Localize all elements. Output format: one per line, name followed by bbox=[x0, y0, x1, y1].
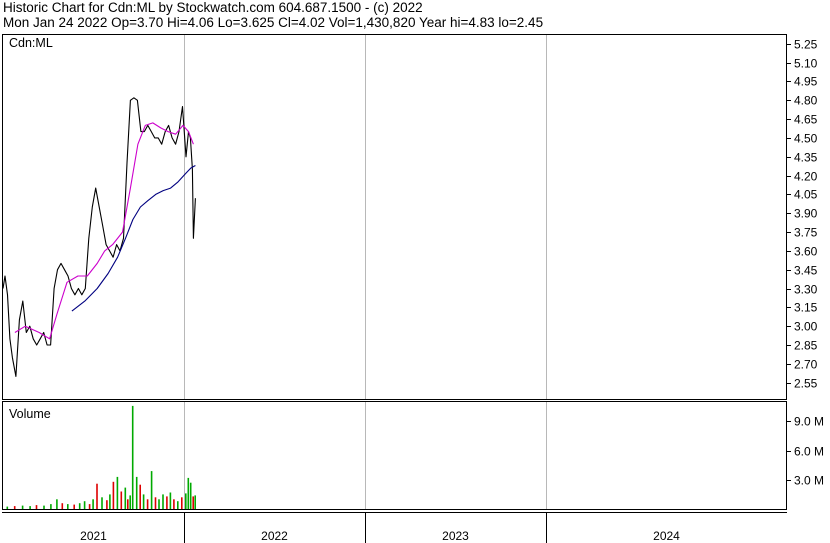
volume-bar bbox=[112, 481, 115, 509]
year-label: 2023 bbox=[442, 529, 469, 543]
volume-bar bbox=[129, 495, 131, 509]
volume-bar bbox=[50, 504, 52, 509]
volume-bar bbox=[35, 505, 38, 509]
year-label: 2024 bbox=[653, 529, 680, 543]
price-tick-label: 3.45 bbox=[794, 264, 818, 278]
price-tick-label: 2.70 bbox=[794, 358, 818, 372]
volume-bar bbox=[88, 504, 91, 509]
price-tick-label: 4.50 bbox=[794, 132, 818, 146]
price-tick-label: 3.30 bbox=[794, 283, 818, 297]
volume-bar bbox=[120, 491, 123, 509]
price-tick-label: 2.55 bbox=[794, 377, 818, 391]
series-line-ma_long bbox=[71, 165, 196, 312]
price-tick-label: 2.85 bbox=[794, 339, 818, 353]
volume-bar bbox=[194, 495, 196, 509]
volume-bar bbox=[116, 476, 119, 509]
volume-bar bbox=[21, 505, 24, 509]
price-tick-label: 4.05 bbox=[794, 188, 818, 202]
volume-bar bbox=[173, 499, 175, 509]
price-tick-label: 4.95 bbox=[794, 75, 818, 89]
volume-bar bbox=[166, 496, 168, 509]
price-tick-label: 4.20 bbox=[794, 170, 818, 184]
volume-bar bbox=[146, 499, 149, 509]
volume-bar bbox=[139, 484, 141, 509]
volume-bar bbox=[67, 504, 69, 509]
volume-bar bbox=[124, 487, 127, 509]
price-tick-label: 4.35 bbox=[794, 151, 818, 165]
volume-bar bbox=[131, 405, 134, 509]
volume-bar bbox=[187, 477, 190, 509]
stock-chart: Cdn:ML Volume 5.25 5.10 4.95 4.80 4.65 4.50 4.… bbox=[2, 34, 824, 543]
volume-bar bbox=[142, 494, 145, 509]
volume-bar bbox=[162, 494, 164, 509]
volume-bar bbox=[43, 505, 45, 509]
volume-bar bbox=[61, 503, 64, 509]
volume-bar bbox=[135, 476, 138, 509]
volume-bar bbox=[169, 492, 172, 509]
volume-bar bbox=[13, 506, 16, 509]
volume-bar bbox=[150, 471, 153, 509]
volume-bar bbox=[109, 494, 111, 509]
volume-tick-label: 6.0 M bbox=[794, 445, 824, 459]
price-tick-label: 3.00 bbox=[794, 320, 818, 334]
volume-bar bbox=[56, 499, 58, 509]
price-tick-label: 5.25 bbox=[794, 38, 818, 52]
volume-bar bbox=[83, 501, 86, 509]
series-line-price bbox=[2, 97, 196, 377]
price-tick-label: 3.90 bbox=[794, 207, 818, 221]
volume-bar bbox=[73, 504, 75, 509]
volume-panel-title: Volume bbox=[9, 407, 51, 421]
price-panel-title: Cdn:ML bbox=[9, 36, 53, 50]
volume-bar bbox=[101, 497, 103, 509]
volume-bar bbox=[177, 501, 179, 509]
volume-tick-label: 3.0 M bbox=[794, 474, 824, 488]
volume-bar bbox=[158, 499, 160, 509]
price-panel-frame bbox=[2, 34, 787, 400]
volume-bar bbox=[189, 482, 192, 509]
price-tick-label: 4.80 bbox=[794, 94, 818, 108]
volume-bar bbox=[92, 499, 94, 509]
volume-bar bbox=[192, 496, 194, 509]
volume-bar bbox=[181, 497, 183, 509]
volume-bar bbox=[154, 497, 157, 509]
volume-bar bbox=[96, 483, 98, 509]
price-tick-label: 3.15 bbox=[794, 301, 818, 315]
volume-panel-frame bbox=[2, 401, 787, 510]
volume-bar bbox=[78, 503, 81, 509]
volume-tick-label: 9.0 M bbox=[794, 415, 824, 429]
volume-bar bbox=[6, 506, 9, 509]
volume-bar bbox=[29, 506, 31, 509]
year-label: 2021 bbox=[80, 529, 107, 543]
volume-bar bbox=[185, 493, 187, 509]
year-label: 2022 bbox=[261, 529, 288, 543]
volume-bar bbox=[106, 500, 108, 509]
price-tick-label: 3.75 bbox=[794, 226, 818, 240]
price-tick-label: 5.10 bbox=[794, 57, 818, 71]
price-tick-label: 3.60 bbox=[794, 245, 818, 259]
price-tick-label: 4.65 bbox=[794, 113, 818, 127]
volume-bar bbox=[127, 499, 129, 509]
